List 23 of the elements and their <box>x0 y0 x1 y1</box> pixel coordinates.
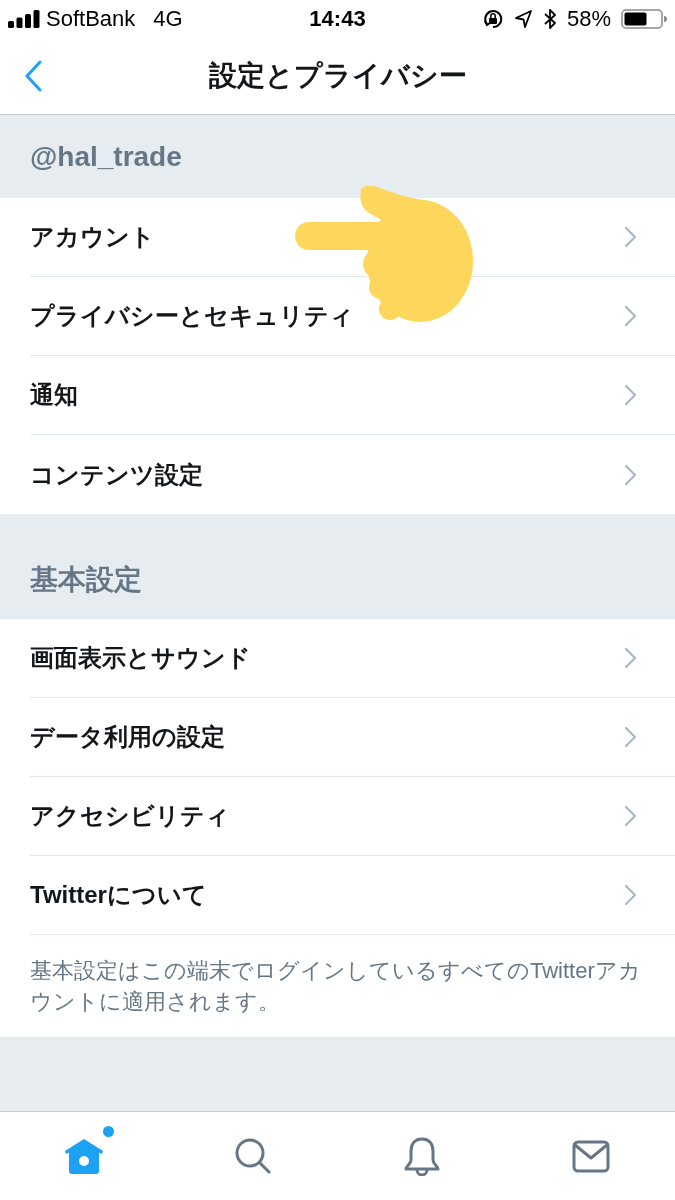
rotation-lock-icon <box>481 8 504 30</box>
signal-bars-icon <box>8 10 40 28</box>
chevron-right-icon <box>624 805 637 827</box>
chevron-right-icon <box>624 305 637 327</box>
battery-percentage: 58% <box>566 8 611 30</box>
screen-title: 設定とプライバシー <box>208 62 467 90</box>
chevron-right-icon <box>624 884 637 906</box>
chevron-right-icon <box>624 647 637 669</box>
location-arrow-icon <box>513 9 533 29</box>
chevron-right-icon <box>624 463 637 486</box>
carrier-name: SoftBank <box>46 8 136 30</box>
battery-icon <box>621 9 667 29</box>
chevron-right-icon <box>624 726 637 748</box>
section-header: 基本設定 <box>0 514 675 619</box>
back-chevron-icon <box>24 60 43 92</box>
chevron-right-icon <box>624 384 637 406</box>
footnote-text: 基本設定はこの端末でログインしているすべてのTwitterアカウントに適用されます。 <box>30 957 642 1016</box>
network-type: 4G <box>153 8 183 30</box>
section-header: @hal_trade <box>0 115 675 198</box>
bluetooth-icon <box>542 8 557 30</box>
home-icon <box>64 1136 105 1176</box>
clock-time: 14:43 <box>309 8 366 30</box>
chevron-right-icon <box>624 226 637 248</box>
